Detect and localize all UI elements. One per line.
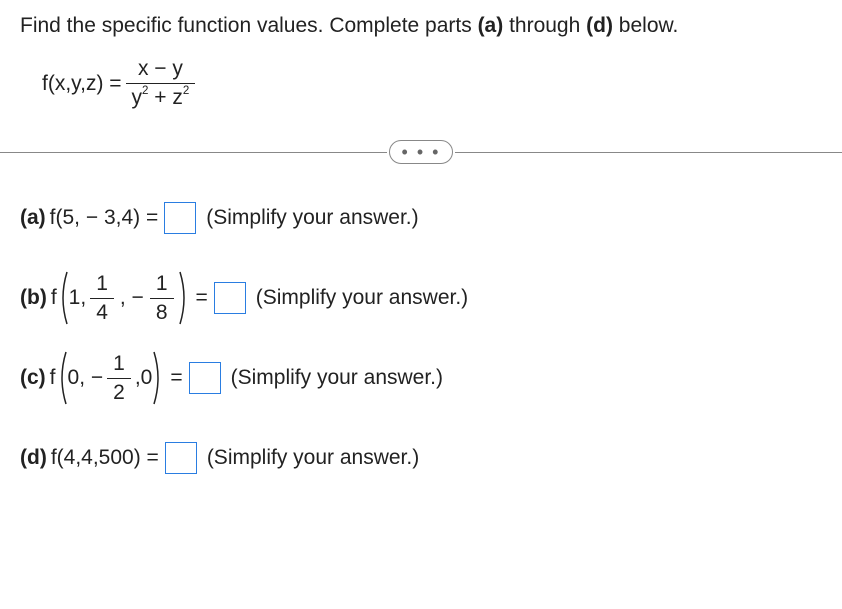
left-paren-icon	[56, 350, 68, 406]
den-y-exp: 2	[142, 85, 148, 97]
prompt-middle: through	[503, 14, 586, 37]
more-options-button[interactable]: • • •	[389, 140, 454, 164]
part-c: (c) f 0, − 1 2 ,0 = (Simplify your answe…	[20, 350, 822, 406]
den-z-exp: 2	[183, 85, 189, 97]
part-c-frac: 1 2	[107, 352, 131, 405]
part-b-frac1: 1 4	[90, 272, 114, 325]
part-c-equals: =	[170, 366, 182, 390]
part-a-hint: (Simplify your answer.)	[206, 206, 418, 230]
part-a-label: (a)	[20, 206, 46, 230]
part-c-hint: (Simplify your answer.)	[231, 366, 443, 390]
part-a: (a) f(5, − 3,4) = (Simplify your answer.…	[20, 190, 822, 246]
divider-line-right	[455, 152, 842, 153]
part-c-args: 0, − 1 2 ,0	[56, 350, 165, 406]
func-denominator: y2 + z2	[126, 83, 196, 110]
den-y: y	[132, 86, 143, 109]
part-b-frac1-num: 1	[90, 272, 114, 298]
part-d-answer-input[interactable]	[165, 442, 197, 474]
right-paren-icon	[152, 350, 164, 406]
part-b-args: 1, 1 4 , − 1 8	[57, 270, 190, 326]
den-plus-z: + z	[148, 86, 182, 109]
question-prompt: Find the specific function values. Compl…	[20, 12, 822, 39]
part-b-sep: , −	[120, 286, 144, 310]
part-b-answer-input[interactable]	[214, 282, 246, 314]
right-paren-icon	[178, 270, 190, 326]
part-c-frac-den: 2	[107, 378, 131, 405]
divider-line-left	[0, 152, 387, 153]
part-b-frac2: 1 8	[150, 272, 174, 325]
part-b-frac2-den: 8	[150, 298, 174, 325]
part-d-hint: (Simplify your answer.)	[207, 446, 419, 470]
function-definition: f(x,y,z) = x − y y2 + z2	[42, 57, 822, 110]
part-b-label: (b)	[20, 286, 47, 310]
part-c-frac-num: 1	[107, 352, 131, 378]
part-b-equals: =	[196, 286, 208, 310]
part-a-answer-input[interactable]	[164, 202, 196, 234]
func-numerator: x − y	[132, 57, 189, 83]
prompt-part-a: (a)	[478, 14, 504, 37]
part-b-frac2-num: 1	[150, 272, 174, 298]
part-c-label: (c)	[20, 366, 46, 390]
prompt-text: Find the specific function values. Compl…	[20, 14, 478, 37]
func-fraction: x − y y2 + z2	[126, 57, 196, 110]
func-lhs: f(x,y,z) =	[42, 72, 122, 96]
part-d-label: (d)	[20, 446, 47, 470]
part-c-tail: ,0	[135, 366, 153, 390]
section-divider: • • •	[0, 140, 842, 164]
part-c-answer-input[interactable]	[189, 362, 221, 394]
part-b: (b) f 1, 1 4 , − 1 8 = (Simplify your an…	[20, 270, 822, 326]
left-paren-icon	[57, 270, 69, 326]
part-d-expression: f(4,4,500) =	[51, 446, 159, 470]
part-a-expression: f(5, − 3,4) =	[50, 206, 159, 230]
part-b-arg1: 1,	[69, 286, 87, 310]
prompt-after: below.	[613, 14, 678, 37]
prompt-part-d: (d)	[586, 14, 613, 37]
part-b-frac1-den: 4	[90, 298, 114, 325]
part-b-hint: (Simplify your answer.)	[256, 286, 468, 310]
part-d: (d) f(4,4,500) = (Simplify your answer.)	[20, 430, 822, 486]
part-c-arg1: 0, −	[68, 366, 104, 390]
